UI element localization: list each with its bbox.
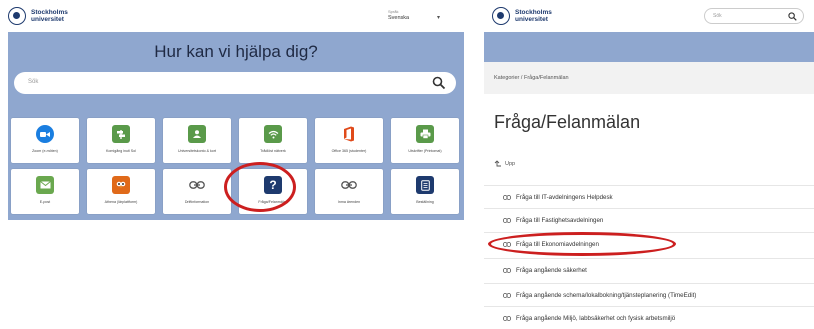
tile-label: Office 365 (studenter) [331, 149, 367, 153]
highlight-circle [224, 162, 296, 212]
top-header: Stockholms universitet Sök [484, 0, 814, 32]
breadcrumb-bar: Kategorier / Fråga/Felanmälan [484, 62, 814, 94]
su-logo[interactable]: Stockholms universitet [492, 7, 552, 25]
logo-line-1: Stockholms [515, 9, 552, 16]
logo-line-2: universitet [31, 16, 64, 23]
office-icon [340, 125, 358, 143]
list-item-label: Fråga angående Miljö, labbsäkerhet och f… [516, 315, 676, 322]
university-seal-icon [8, 7, 26, 25]
tile-account[interactable]: Universitetskonto & kort [163, 118, 231, 163]
tile-label: Driftinformation [184, 200, 210, 204]
page-title: Fråga/Felanmälan [494, 112, 641, 132]
tile-label: E-post [39, 200, 51, 204]
tile-office365[interactable]: Office 365 (studenter) [315, 118, 383, 163]
university-seal-icon [492, 7, 510, 25]
search-placeholder: Sök [713, 13, 722, 19]
tile-printing[interactable]: Utskrifter (Printomat) [391, 118, 459, 163]
list-item[interactable]: Fråga angående Miljö, labbsäkerhet och f… [484, 306, 814, 329]
tile-athena[interactable]: Athena (lärplattform) [87, 169, 155, 214]
list-item-label: Fråga angående säkerhet [516, 267, 587, 274]
search-icon[interactable] [788, 12, 797, 21]
link-icon [188, 176, 206, 194]
link-icon [503, 268, 511, 273]
header-band [484, 32, 814, 62]
tile-label: Inma ärenden [337, 200, 361, 204]
logo-line-1: Stockholms [31, 9, 68, 16]
tile-label: Zoom (e-möten) [32, 149, 58, 153]
top-header: Stockholms universitet Språk Svenska ▾ [0, 0, 470, 32]
tile-label: Komigång inuti Sol [106, 149, 136, 153]
tile-label: Utskrifter (Printomat) [408, 149, 442, 153]
printer-icon [416, 125, 434, 143]
tile-zoom[interactable]: Zoom (e-möten) [11, 118, 79, 163]
tile-mina-arenden[interactable]: Inma ärenden [315, 169, 383, 214]
owl-icon [112, 176, 130, 194]
tile-label: Universitetskonto & kort [178, 149, 216, 153]
category-page: Stockholms universitet Sök Kategorier / … [484, 0, 814, 329]
link-icon [503, 293, 511, 298]
search-input[interactable]: Sök [14, 72, 456, 94]
up-link[interactable]: Upp [494, 160, 515, 167]
tile-driftinformation[interactable]: Driftinformation [163, 169, 231, 214]
tile-label: Beställning [416, 200, 434, 204]
up-link-label: Upp [505, 160, 516, 167]
composite-screenshot: Stockholms universitet Språk Svenska ▾ H… [0, 0, 814, 329]
language-label: Språk [388, 9, 399, 14]
help-portal-home: Stockholms universitet Språk Svenska ▾ H… [0, 0, 470, 329]
search-icon[interactable] [432, 76, 446, 90]
logo-line-2: universitet [515, 16, 548, 23]
tile-label: Athena (lärplattform) [104, 200, 138, 204]
wifi-icon [264, 125, 282, 143]
tile-komigang[interactable]: Komigång inuti Sol [87, 118, 155, 163]
language-value: Svenska [388, 15, 410, 21]
list-item[interactable]: Fråga angående schema/lokalbokning/tjäns… [484, 283, 814, 307]
link-icon [503, 218, 511, 223]
arrow-up-icon [494, 160, 501, 167]
link-icon [340, 176, 358, 194]
search-placeholder: Sök [28, 79, 39, 85]
list-item[interactable]: Fråga till Fastighetsavdelningen [484, 208, 814, 232]
search-input[interactable]: Sök [704, 8, 804, 24]
tile-label: Trådlöst nätverk [260, 149, 286, 153]
user-card-icon [188, 125, 206, 143]
tile-bestallning[interactable]: Beställning [391, 169, 459, 214]
breadcrumb[interactable]: Kategorier / Fråga/Felanmälan [494, 75, 569, 81]
tile-email[interactable]: E-post [11, 169, 79, 214]
video-camera-icon [36, 125, 54, 143]
list-item-label: Fråga till IT-avdelningens Helpdesk [516, 194, 613, 201]
list-item-label: Fråga till Fastighetsavdelningen [516, 217, 604, 224]
sign-icon [112, 125, 130, 143]
list-item[interactable]: Fråga angående säkerhet [484, 258, 814, 282]
link-icon [503, 195, 511, 200]
tile-wifi[interactable]: Trådlöst nätverk [239, 118, 307, 163]
list-item-label: Fråga angående schema/lokalbokning/tjäns… [516, 292, 697, 299]
hero-title: Hur kan vi hjälpa dig? [154, 42, 318, 61]
su-logo[interactable]: Stockholms universitet [8, 7, 68, 25]
link-icon [503, 316, 511, 321]
list-item[interactable]: Fråga till IT-avdelningens Helpdesk [484, 185, 814, 209]
language-select[interactable]: Språk Svenska [388, 9, 409, 21]
chevron-down-icon[interactable]: ▾ [437, 14, 440, 21]
highlight-circle [488, 232, 676, 256]
envelope-icon [36, 176, 54, 194]
tablet-icon [416, 176, 434, 194]
